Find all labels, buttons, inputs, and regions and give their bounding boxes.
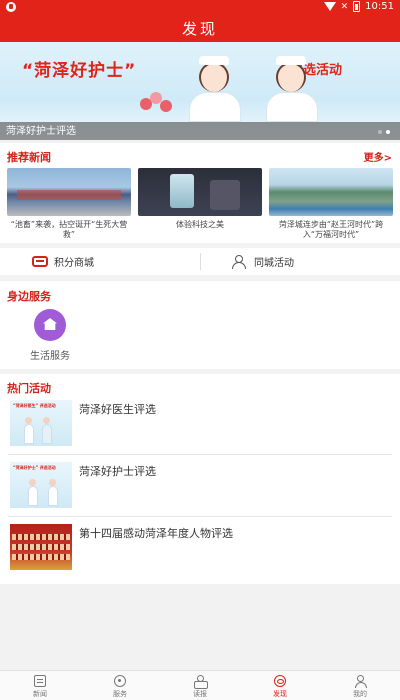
nurse-illustration bbox=[262, 56, 322, 122]
points-mall-label: 积分商城 bbox=[54, 258, 94, 269]
news-caption: “池畜”来袭，拈空诞开“生死大营救” bbox=[10, 220, 128, 239]
tab-label: 新闻 bbox=[33, 690, 47, 698]
event-item[interactable]: 第十四届感动菏泽年度人物评选 bbox=[8, 520, 392, 576]
tab-discover[interactable]: 发现 bbox=[240, 671, 320, 700]
news-image bbox=[269, 168, 393, 216]
tab-mine[interactable]: 我的 bbox=[320, 671, 400, 700]
news-card[interactable]: “池畜”来袭，拈空诞开“生死大营救” bbox=[7, 168, 131, 240]
carousel-dots bbox=[378, 130, 390, 134]
event-item[interactable]: “菏泽好护士” 评选活动 菏泽好护士评选 bbox=[8, 458, 392, 514]
quick-links: 积分商城 同城活动 bbox=[0, 248, 400, 275]
read-icon bbox=[194, 675, 208, 689]
tab-label: 我的 bbox=[353, 690, 367, 698]
empty-area bbox=[0, 584, 400, 670]
carousel-dot-active bbox=[386, 130, 390, 134]
points-mall-button[interactable]: 积分商城 bbox=[32, 248, 94, 275]
city-events-label: 同城活动 bbox=[254, 258, 294, 269]
app-notification-icon bbox=[6, 2, 16, 12]
home-icon bbox=[34, 309, 66, 341]
flowers-illustration bbox=[140, 92, 180, 118]
nearby-services: 身边服务 生活服务 bbox=[0, 281, 400, 369]
people-icon bbox=[232, 254, 248, 269]
status-time: 10:51 bbox=[365, 1, 394, 12]
city-events-button[interactable]: 同城活动 bbox=[232, 248, 294, 275]
life-service-button[interactable]: 生活服务 bbox=[20, 309, 80, 362]
event-thumbnail bbox=[10, 524, 72, 570]
news-image bbox=[138, 168, 262, 216]
service-label: 生活服务 bbox=[30, 351, 70, 362]
service-icon bbox=[114, 675, 126, 687]
nurse-illustration bbox=[185, 56, 245, 122]
page-title: 发现 bbox=[0, 16, 400, 42]
signal-icon: ✕ bbox=[340, 1, 349, 12]
tab-read[interactable]: 读报 bbox=[160, 671, 240, 700]
thumbnail-text: “菏泽好医生” 评选活动 bbox=[13, 403, 56, 408]
banner-title: “菏泽好护士” bbox=[22, 61, 137, 81]
divider bbox=[200, 253, 201, 270]
news-caption: 体验科技之美 bbox=[176, 220, 224, 229]
banner-caption: 菏泽好护士评选 bbox=[6, 126, 76, 137]
carousel-dot bbox=[378, 130, 382, 134]
tab-service[interactable]: 服务 bbox=[80, 671, 160, 700]
news-icon bbox=[34, 675, 46, 687]
event-thumbnail: “菏泽好医生” 评选活动 bbox=[10, 400, 72, 446]
event-title: 第十四届感动菏泽年度人物评选 bbox=[79, 527, 233, 540]
bottom-tab-bar: 新闻 服务 读报 发现 我的 bbox=[0, 670, 400, 700]
hot-events: 热门活动 “菏泽好医生” 评选活动 菏泽好医生评选 “菏泽好护士” 评选活动 菏… bbox=[0, 374, 400, 584]
tab-label: 发现 bbox=[273, 690, 287, 698]
status-indicators: ✕ 10:51 bbox=[323, 1, 394, 12]
thumbnail-text: “菏泽好护士” 评选活动 bbox=[13, 465, 56, 470]
hot-events-heading: 热门活动 bbox=[7, 382, 51, 395]
event-item[interactable]: “菏泽好医生” 评选活动 菏泽好医生评选 bbox=[8, 396, 392, 452]
news-card[interactable]: 体验科技之美 bbox=[138, 168, 262, 230]
tab-label: 读报 bbox=[193, 690, 207, 698]
more-link[interactable]: 更多> bbox=[364, 149, 392, 164]
banner-carousel[interactable]: “菏泽好护士” 评选活动 菏泽好护士评选 bbox=[0, 42, 400, 140]
divider bbox=[8, 454, 392, 455]
status-bar: ✕ 10:51 bbox=[0, 0, 400, 16]
news-card[interactable]: 菏泽城连步由“赵王河时代”跨入“万福河时代” bbox=[269, 168, 393, 240]
tab-label: 服务 bbox=[113, 690, 127, 698]
services-heading: 身边服务 bbox=[7, 290, 51, 303]
event-thumbnail: “菏泽好护士” 评选活动 bbox=[10, 462, 72, 508]
news-heading: 推荐新闻 bbox=[7, 151, 51, 164]
event-title: 菏泽好护士评选 bbox=[79, 465, 156, 478]
divider bbox=[8, 516, 392, 517]
news-image bbox=[7, 168, 131, 216]
battery-icon bbox=[353, 1, 361, 12]
discover-icon bbox=[274, 675, 286, 687]
recommended-news: 推荐新闻 更多> “池畜”来袭，拈空诞开“生死大营救” 体验科技之美 菏泽城连步… bbox=[0, 143, 400, 243]
mine-icon bbox=[354, 675, 367, 688]
news-caption: 菏泽城连步由“赵王河时代”跨入“万福河时代” bbox=[278, 220, 384, 239]
event-title: 菏泽好医生评选 bbox=[79, 403, 156, 416]
tab-news[interactable]: 新闻 bbox=[0, 671, 80, 700]
wifi-icon bbox=[323, 2, 336, 11]
coin-icon bbox=[32, 256, 48, 267]
